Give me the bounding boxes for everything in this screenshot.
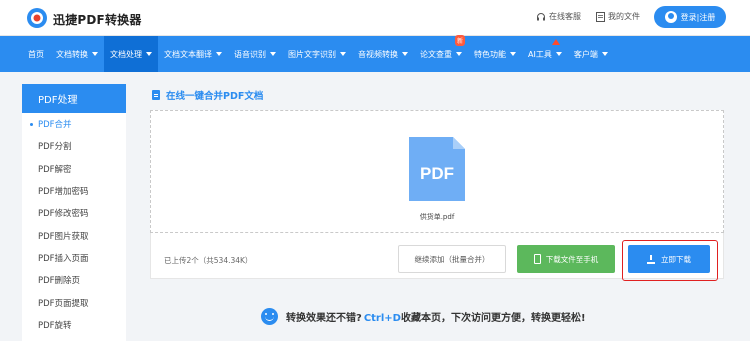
nav-label: 文档处理 [110, 49, 142, 59]
document-icon [152, 90, 160, 100]
nav-label: 首页 [28, 49, 44, 59]
main-nav: 首页 文档转换 文档处理 文档文本翻译 语音识别 图片文字识别 音视频转换 论文… [0, 35, 750, 72]
nav-item-doc-convert[interactable]: 文档转换 [50, 36, 104, 72]
nav-item-ai-tools[interactable]: AI工具 [522, 36, 568, 72]
caret-down-icon [216, 52, 222, 56]
new-badge: 新 [454, 35, 465, 46]
nav-label: 语音识别 [234, 49, 266, 59]
my-files-link[interactable]: 我的文件 [596, 11, 640, 22]
sidebar-item-pdf-delete-page[interactable]: PDF删除页 [22, 269, 126, 291]
customer-service-link[interactable]: 在线客服 [536, 11, 581, 22]
download-to-phone-label: 下载文件至手机 [545, 254, 599, 264]
section-title-text: 在线一键合并PDF文档 [166, 91, 264, 102]
nav-item-plagiarism[interactable]: 论文查重 新 [414, 35, 468, 72]
sidebar-item-pdf-insert-page[interactable]: PDF插入页面 [22, 247, 126, 269]
my-files-label: 我的文件 [608, 12, 640, 21]
user-icon [664, 11, 677, 23]
nav-label: AI工具 [528, 49, 552, 59]
promo-shortcut-group: Ctrl+D收藏本页，下次访问更方便，转换更轻松! [364, 309, 586, 324]
download-icon [647, 254, 655, 264]
section-title: 在线一键合并PDF文档 [152, 88, 263, 102]
nav-item-client[interactable]: 客户端 [568, 36, 614, 72]
continue-add-label: 继续添加（批量合并） [414, 254, 490, 264]
nav-item-features[interactable]: 特色功能 [468, 36, 522, 72]
headset-icon [537, 12, 545, 20]
caret-down-icon [270, 52, 276, 56]
download-now-label: 立即下载 [661, 254, 691, 264]
promo-shortcut: Ctrl+D [363, 313, 401, 324]
top-header: 迅捷PDF转换器 在线客服 我的文件 登录|注册 [0, 0, 750, 36]
app-logo-icon [27, 8, 47, 28]
hot-triangle-icon [551, 39, 560, 45]
smiley-icon [261, 308, 278, 325]
sidebar: PDF处理 PDF合并 PDF分割 PDF解密 PDF增加密码 PDF修改密码 … [22, 84, 126, 341]
caret-down-icon [146, 52, 152, 56]
nav-item-doc-process[interactable]: 文档处理 [104, 36, 158, 72]
nav-item-home[interactable]: 首页 [22, 36, 50, 72]
sidebar-item-pdf-split[interactable]: PDF分割 [22, 135, 126, 157]
caret-down-icon [456, 52, 462, 56]
phone-icon [533, 254, 541, 264]
caret-down-icon [402, 52, 408, 56]
login-register-label: 登录|注册 [680, 12, 716, 22]
nav-label: 图片文字识别 [288, 49, 336, 59]
promo-text-after: 收藏本页，下次访问更方便，转换更轻松! [400, 313, 586, 324]
nav-item-ocr[interactable]: 图片文字识别 [282, 36, 352, 72]
pdf-icon-label: PDF [420, 164, 454, 183]
nav-label: 音视频转换 [358, 49, 398, 59]
file-name: 供货单.pdf [419, 213, 455, 221]
app-name: 迅捷PDF转换器 [53, 13, 142, 27]
nav-item-av-convert[interactable]: 音视频转换 [352, 36, 414, 72]
sidebar-item-pdf-change-password[interactable]: PDF修改密码 [22, 202, 126, 224]
nav-label: 客户端 [573, 49, 598, 59]
nav-label: 特色功能 [474, 49, 506, 59]
sidebar-item-pdf-extract-images[interactable]: PDF图片获取 [22, 224, 126, 246]
caret-down-icon [601, 52, 608, 56]
nav-label: 论文查重 [420, 49, 452, 59]
nav-label: 文档文本翻译 [164, 49, 212, 59]
customer-service-label: 在线客服 [549, 12, 581, 21]
caret-down-icon [92, 52, 98, 56]
sidebar-item-pdf-add-password[interactable]: PDF增加密码 [22, 180, 126, 202]
sidebar-item-pdf-extract-page[interactable]: PDF页面提取 [22, 291, 126, 313]
document-icon [596, 11, 605, 22]
nav-item-translate[interactable]: 文档文本翻译 [158, 36, 228, 72]
upload-status: 已上传2个（共534.34K） [164, 256, 253, 265]
pdf-file-icon[interactable]: PDF [409, 137, 465, 201]
caret-down-icon [340, 52, 346, 56]
caret-down-icon [510, 52, 516, 56]
sidebar-item-pdf-decrypt[interactable]: PDF解密 [22, 158, 126, 180]
sidebar-title: PDF处理 [22, 84, 126, 113]
download-to-phone-button[interactable]: 下载文件至手机 [517, 245, 615, 273]
sidebar-item-pdf-merge[interactable]: PDF合并 [22, 113, 126, 135]
nav-label: 文档转换 [56, 49, 88, 59]
download-now-button[interactable]: 立即下载 [628, 245, 710, 273]
login-register-button[interactable]: 登录|注册 [654, 6, 726, 28]
bookmark-promo: 转换效果还不错? Ctrl+D收藏本页，下次访问更方便，转换更轻松! [261, 308, 586, 325]
continue-add-button[interactable]: 继续添加（批量合并） [398, 245, 506, 273]
nav-item-speech[interactable]: 语音识别 [228, 36, 282, 72]
caret-down-icon [555, 52, 562, 56]
sidebar-item-pdf-rotate[interactable]: PDF旋转 [22, 314, 126, 336]
promo-text-before: 转换效果还不错? [286, 313, 362, 324]
